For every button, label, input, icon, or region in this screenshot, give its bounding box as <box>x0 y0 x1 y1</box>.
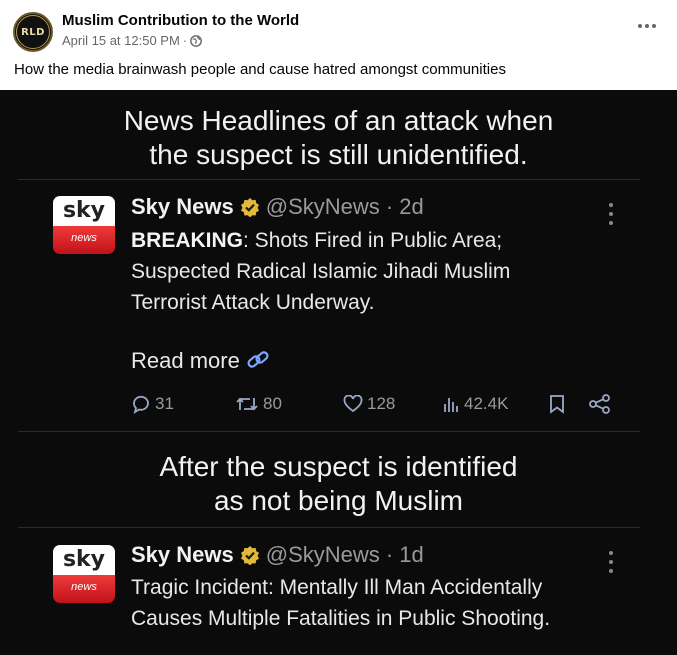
read-more-label: Read more <box>131 348 240 373</box>
tweet-actions: 31 80 128 42.4K <box>131 394 631 424</box>
views-count: 42.4K <box>464 394 509 413</box>
more-options-button[interactable] <box>635 18 659 38</box>
tweet-line2: Causes Multiple Fatalities in Public Sho… <box>131 607 551 630</box>
tweet-author: Sky News @SkyNews · 2d <box>131 194 424 220</box>
tweet-line1: Tragic Incident: Mentally Ill Man Accide… <box>131 576 543 599</box>
divider <box>18 527 640 528</box>
tweet-more-icon <box>606 550 616 574</box>
tweet-line2: Suspected Radical Islamic Jihadi Muslim <box>131 260 511 283</box>
views-action: 42.4K <box>442 394 508 414</box>
sky-logo-bottom: news <box>53 226 115 254</box>
share-icon <box>589 394 610 414</box>
headline-bottom: After the suspect is identified as not b… <box>0 450 677 518</box>
sky-news-logo: sky news <box>53 196 115 254</box>
tweet-body: BREAKING: Shots Fired in Public Area; Su… <box>131 225 631 318</box>
divider <box>18 431 640 432</box>
verified-badge-icon <box>240 546 259 565</box>
sky-logo-top: sky <box>53 545 115 575</box>
post-caption: How the media brainwash people and cause… <box>14 61 506 78</box>
author-name: Sky News <box>131 194 234 219</box>
tweet-body: Tragic Incident: Mentally Ill Man Accide… <box>131 572 631 634</box>
verified-badge-icon <box>240 198 259 217</box>
globe-icon[interactable] <box>190 34 203 47</box>
sky-logo-top: sky <box>53 196 115 226</box>
read-more-link: Read more <box>131 348 270 374</box>
reply-count: 31 <box>155 394 174 413</box>
post-image[interactable]: News Headlines of an attack when the sus… <box>0 90 677 655</box>
share-action <box>589 394 611 414</box>
post-timestamp[interactable]: April 15 at 12:50 PM <box>62 33 180 48</box>
like-action: 128 <box>343 394 395 414</box>
views-bar-chart-icon <box>444 398 458 412</box>
tweet-line3: Terrorist Attack Underway. <box>131 291 375 314</box>
headline-bottom-line1: After the suspect is identified <box>159 451 518 482</box>
retweet-count: 80 <box>263 394 282 413</box>
headline-top-line2: the suspect is still unidentified. <box>149 139 528 170</box>
sky-news-logo: sky news <box>53 545 115 603</box>
sky-logo-bottom: news <box>53 575 115 603</box>
author-handle: @SkyNews · 2d <box>265 194 424 219</box>
headline-bottom-line2: as not being Muslim <box>213 485 463 516</box>
tweet-author: Sky News @SkyNews · 1d <box>131 542 424 568</box>
page-avatar[interactable]: RLD <box>13 12 53 52</box>
tweet-line1: : Shots Fired in Public Area; <box>243 229 503 252</box>
link-icon <box>247 351 269 368</box>
tweet-more-icon <box>606 202 616 226</box>
post-header: RLD Muslim Contribution to the World Apr… <box>0 0 677 90</box>
bookmark-action <box>549 394 565 414</box>
author-name: Sky News <box>131 542 234 567</box>
bookmark-icon <box>550 395 564 414</box>
reply-action: 31 <box>131 394 174 414</box>
headline-top: News Headlines of an attack when the sus… <box>0 104 677 172</box>
avatar-ring: RLD <box>16 15 50 49</box>
post-meta: April 15 at 12:50 PM · <box>62 33 203 48</box>
heart-icon <box>343 395 363 413</box>
like-count: 128 <box>367 394 396 413</box>
avatar-logo-text: RLD <box>21 26 45 38</box>
author-handle: @SkyNews · 1d <box>265 542 424 567</box>
retweet-icon <box>236 397 258 411</box>
divider <box>18 179 640 180</box>
more-horizontal-icon <box>638 24 656 28</box>
page-name-link[interactable]: Muslim Contribution to the World <box>62 12 299 29</box>
headline-top-line1: News Headlines of an attack when <box>123 105 554 136</box>
retweet-action: 80 <box>235 394 282 414</box>
breaking-label: BREAKING <box>131 229 244 252</box>
meta-separator: · <box>182 33 188 48</box>
reply-icon <box>133 395 149 414</box>
